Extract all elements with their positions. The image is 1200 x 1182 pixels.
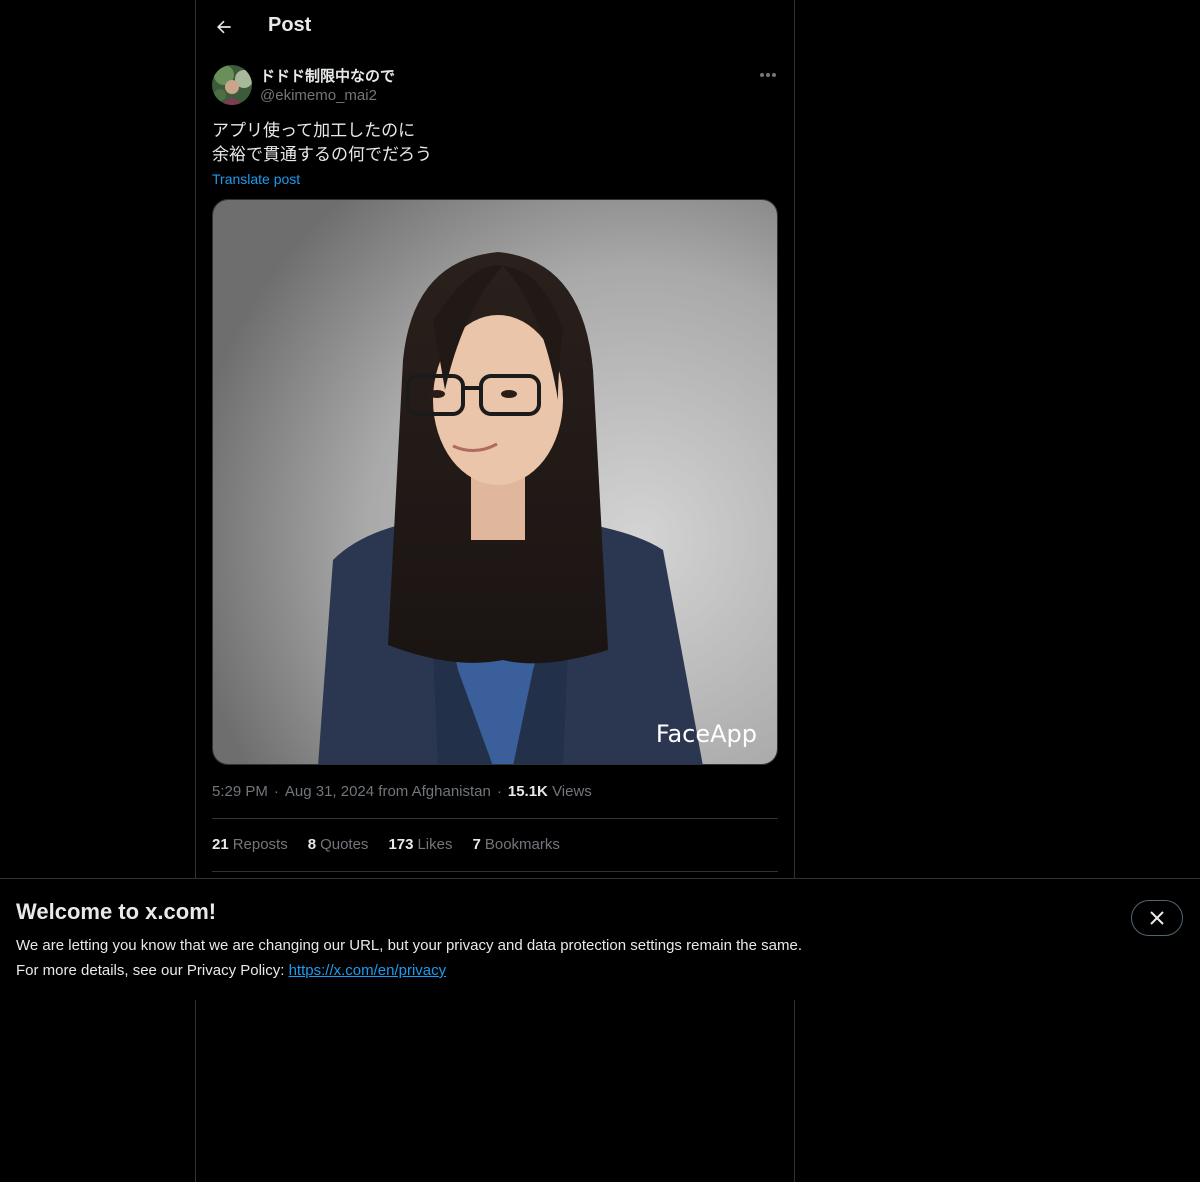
translate-post-link[interactable]: Translate post bbox=[212, 171, 300, 187]
tweet-meta: 5:29 PM · Aug 31, 2024 from Afghanistan · 15… bbox=[212, 783, 592, 800]
portrait-photo: FaceApp bbox=[213, 200, 777, 764]
privacy-policy-link[interactable]: https://x.com/en/privacy bbox=[289, 962, 447, 979]
more-options-button[interactable] bbox=[754, 64, 782, 86]
bookmarks-stat[interactable]: 7 Bookmarks bbox=[473, 836, 560, 853]
close-banner-button[interactable] bbox=[1131, 900, 1183, 936]
tweet-stats: 21 Reposts 8 Quotes 173 Likes 7 Bookmarks bbox=[212, 836, 560, 853]
author-handle[interactable]: @ekimemo_mai2 bbox=[260, 87, 377, 104]
tweet-text: アプリ使って加工したのに 余裕で貫通するの何でだろう bbox=[212, 119, 772, 167]
user-avatar-icon bbox=[212, 65, 252, 105]
welcome-banner: Welcome to x.com! We are letting you kno… bbox=[0, 878, 1200, 1000]
views-count: 15.1K bbox=[507, 783, 548, 800]
top-bar: Post bbox=[196, 0, 794, 54]
banner-privacy-line: For more details, see our Privacy Policy… bbox=[16, 962, 447, 979]
arrow-left-icon bbox=[217, 20, 231, 34]
divider bbox=[212, 818, 778, 819]
views-label: Views bbox=[552, 783, 592, 800]
likes-stat[interactable]: 173 Likes bbox=[388, 836, 452, 853]
quotes-stat[interactable]: 8 Quotes bbox=[308, 836, 369, 853]
back-button[interactable] bbox=[206, 9, 242, 45]
banner-title: Welcome to x.com! bbox=[16, 899, 217, 924]
tweet-date[interactable]: Aug 31, 2024 from Afghanistan bbox=[285, 783, 491, 800]
reposts-stat[interactable]: 21 Reposts bbox=[212, 836, 288, 853]
tweet-time[interactable]: 5:29 PM bbox=[212, 783, 268, 800]
tweet-media-image[interactable]: FaceApp bbox=[212, 199, 778, 765]
page-title: Post bbox=[268, 14, 312, 36]
main-column: Post ドドド制限中なので @ekimemo_mai2 アプリ使って加工したの… bbox=[195, 0, 795, 1182]
avatar[interactable] bbox=[212, 65, 252, 105]
close-icon bbox=[1150, 911, 1164, 925]
tweet-text-line: 余裕で貫通するの何でだろう bbox=[212, 145, 432, 165]
divider bbox=[212, 871, 778, 872]
banner-message: We are letting you know that we are chan… bbox=[16, 937, 802, 954]
more-horizontal-icon bbox=[760, 73, 776, 77]
faceapp-watermark: FaceApp bbox=[656, 720, 757, 748]
author-display-name[interactable]: ドドド制限中なので bbox=[260, 65, 395, 86]
tweet-text-line: アプリ使って加工したのに bbox=[212, 121, 416, 141]
page: Post ドドド制限中なので @ekimemo_mai2 アプリ使って加工したの… bbox=[0, 0, 1200, 1182]
